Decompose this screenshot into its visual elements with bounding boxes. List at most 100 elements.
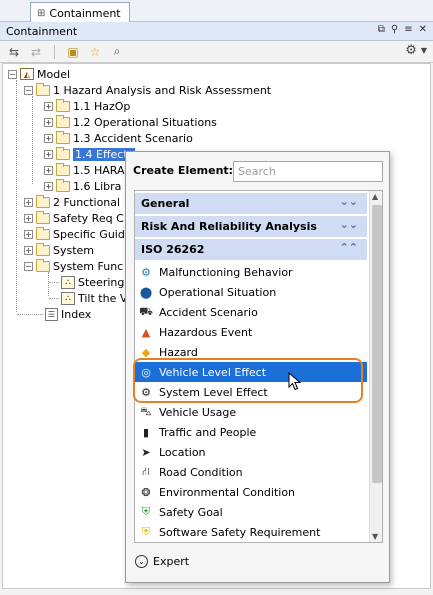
search-icon[interactable]: ⌕ bbox=[109, 44, 125, 60]
scrollbar-thumb[interactable] bbox=[372, 205, 382, 483]
tree-node-index[interactable]: ☰ Index bbox=[45, 306, 91, 322]
collapse-toggle[interactable]: − bbox=[24, 261, 33, 271]
tree-node-model[interactable]: − ◭ Model bbox=[8, 66, 70, 82]
folder-icon bbox=[36, 210, 50, 224]
group-general[interactable]: General ⌄⌄ bbox=[135, 193, 367, 215]
chevron-double-up-icon[interactable]: ⌃⌃ bbox=[340, 241, 358, 254]
scroll-up-icon[interactable]: ▲ bbox=[372, 192, 378, 201]
create-element-heading: Create Element: bbox=[133, 164, 234, 177]
tree-node-hazard-analysis[interactable]: − 1 Hazard Analysis and Risk Assessment bbox=[24, 82, 271, 98]
road-icon: ⛙ bbox=[142, 464, 150, 478]
open-folder-icon[interactable]: ▣ bbox=[65, 44, 81, 60]
folder-icon bbox=[56, 98, 70, 112]
group-risk-reliability[interactable]: Risk And Reliability Analysis ⌄⌄ bbox=[135, 216, 367, 238]
item-label: Hazard bbox=[159, 345, 198, 359]
tree-label: Specific Guid bbox=[53, 227, 125, 241]
star-icon[interactable]: ☆ bbox=[87, 44, 103, 60]
tab-label: Containment bbox=[49, 6, 121, 20]
expand-toggle[interactable]: + bbox=[24, 213, 33, 223]
tree-node-hara[interactable]: + 1.5 HARA bbox=[44, 162, 125, 178]
tab-containment[interactable]: ⊞ Containment bbox=[30, 2, 130, 23]
tab-strip: ⊞ Containment bbox=[0, 0, 433, 23]
tree-node-system[interactable]: + System bbox=[24, 242, 94, 258]
item-label: Environmental Condition bbox=[159, 485, 296, 499]
search-input[interactable]: Search bbox=[233, 161, 383, 182]
expand-toggle[interactable]: + bbox=[24, 197, 33, 207]
expand-toggle[interactable]: + bbox=[44, 101, 53, 111]
item-operational-situation[interactable]: ⬤ Operational Situation bbox=[135, 282, 367, 302]
item-vehicle-usage[interactable]: ⛍ Vehicle Usage bbox=[135, 402, 367, 422]
item-label: Vehicle Usage bbox=[159, 405, 237, 419]
tree-node-effects[interactable]: + 1.4 Effects bbox=[44, 146, 136, 162]
list-scrollbar[interactable]: ▲ ▼ bbox=[369, 191, 382, 542]
item-label: Operational Situation bbox=[159, 285, 277, 299]
item-label: Traffic and People bbox=[159, 425, 257, 439]
settings-gear-icon[interactable]: ⚙ bbox=[405, 43, 417, 58]
float-window-icon[interactable]: ⧉ bbox=[378, 24, 385, 35]
traffic-light-icon: ▮ bbox=[142, 425, 150, 439]
item-environmental-condition[interactable]: ❂ Environmental Condition bbox=[135, 482, 367, 502]
folder-icon bbox=[36, 258, 50, 272]
chevron-double-down-icon[interactable]: ⌄⌄ bbox=[340, 195, 358, 208]
tree-connector bbox=[48, 272, 49, 296]
expand-toggle[interactable]: + bbox=[44, 149, 53, 159]
tree-node-accident-scenario[interactable]: + 1.3 Accident Scenario bbox=[44, 130, 193, 146]
hazard-diamond-icon: ◆ bbox=[141, 345, 151, 359]
item-software-safety-requirement[interactable]: ⛨ Software Safety Requirement bbox=[135, 522, 367, 542]
item-label: Malfunctioning Behavior bbox=[159, 265, 293, 279]
chevron-down-icon[interactable]: ▼ bbox=[421, 46, 427, 55]
scenario-icon: ⛬ bbox=[61, 291, 75, 305]
tree-node-functional[interactable]: + 2 Functional bbox=[24, 194, 120, 210]
index-icon: ☰ bbox=[45, 307, 58, 321]
shield-check-icon: ⛨ bbox=[141, 505, 151, 518]
expand-toggle[interactable]: + bbox=[24, 245, 33, 255]
item-location[interactable]: ➤ Location bbox=[135, 442, 367, 462]
expand-toggle[interactable]: + bbox=[24, 229, 33, 239]
item-road-condition[interactable]: ⛙ Road Condition bbox=[135, 462, 367, 482]
item-label: Location bbox=[159, 445, 206, 459]
item-safety-goal[interactable]: ⛨ Safety Goal bbox=[135, 502, 367, 522]
tree-node-library[interactable]: + 1.6 Libra bbox=[44, 178, 121, 194]
group-iso-26262[interactable]: ISO 26262 ⌃⌃ bbox=[135, 239, 367, 261]
item-label: Hazardous Event bbox=[159, 325, 253, 339]
tree-node-system-func[interactable]: − System Func bbox=[24, 258, 123, 274]
item-accident-scenario[interactable]: ⛟ Accident Scenario bbox=[135, 302, 367, 322]
expand-toggle[interactable]: + bbox=[44, 181, 53, 191]
callout-highlight bbox=[133, 358, 363, 403]
item-traffic-and-people[interactable]: ▮ Traffic and People bbox=[135, 422, 367, 442]
scroll-down-icon[interactable]: ▼ bbox=[372, 532, 378, 541]
expand-toggle[interactable]: + bbox=[44, 117, 53, 127]
close-icon[interactable]: ✕ bbox=[419, 24, 427, 35]
menu-icon[interactable]: ≡ bbox=[404, 24, 412, 35]
panel-title: Containment bbox=[6, 24, 78, 38]
tree-connector bbox=[49, 282, 59, 283]
collapse-all-icon[interactable]: ⇆ bbox=[6, 44, 22, 60]
tree-label: 1.1 HazOp bbox=[73, 99, 131, 113]
tree-node-hazop[interactable]: + 1.1 HazOp bbox=[44, 98, 130, 114]
tree-label: 2 Functional bbox=[53, 195, 121, 209]
group-label: General bbox=[141, 197, 190, 210]
chevron-down-circle-icon: ⌄ bbox=[135, 555, 148, 568]
tree-node-tilt[interactable]: ⛬ Tilt the V bbox=[61, 290, 127, 306]
item-label: Safety Goal bbox=[159, 505, 223, 519]
expand-toggle[interactable]: + bbox=[44, 133, 53, 143]
tree-node-specific-guid[interactable]: + Specific Guid bbox=[24, 226, 125, 242]
item-label: Accident Scenario bbox=[159, 305, 258, 319]
expand-toggle[interactable]: + bbox=[44, 165, 53, 175]
item-malfunctioning-behavior[interactable]: ⚙ Malfunctioning Behavior bbox=[135, 262, 367, 282]
collapse-toggle[interactable]: − bbox=[8, 69, 17, 79]
tree-node-operational-situations[interactable]: + 1.2 Operational Situations bbox=[44, 114, 217, 130]
location-arrow-icon: ➤ bbox=[141, 445, 151, 459]
group-label: ISO 26262 bbox=[141, 243, 205, 256]
tree-node-steering[interactable]: ⛬ Steering bbox=[61, 274, 124, 290]
expand-all-icon[interactable]: ⇄ bbox=[28, 44, 44, 60]
tree-connector bbox=[17, 314, 43, 315]
item-hazardous-event[interactable]: ▲ Hazardous Event bbox=[135, 322, 367, 342]
collapse-toggle[interactable]: − bbox=[24, 85, 33, 95]
pin-icon[interactable]: ⚲ bbox=[391, 24, 398, 35]
expert-toggle[interactable]: ⌄ Expert bbox=[135, 555, 189, 568]
chevron-double-down-icon[interactable]: ⌄⌄ bbox=[340, 218, 358, 231]
tree-label: Steering bbox=[78, 275, 125, 289]
tree-label: 1.6 Libra bbox=[73, 179, 122, 193]
tree-node-safety-req[interactable]: + Safety Req C bbox=[24, 210, 124, 226]
